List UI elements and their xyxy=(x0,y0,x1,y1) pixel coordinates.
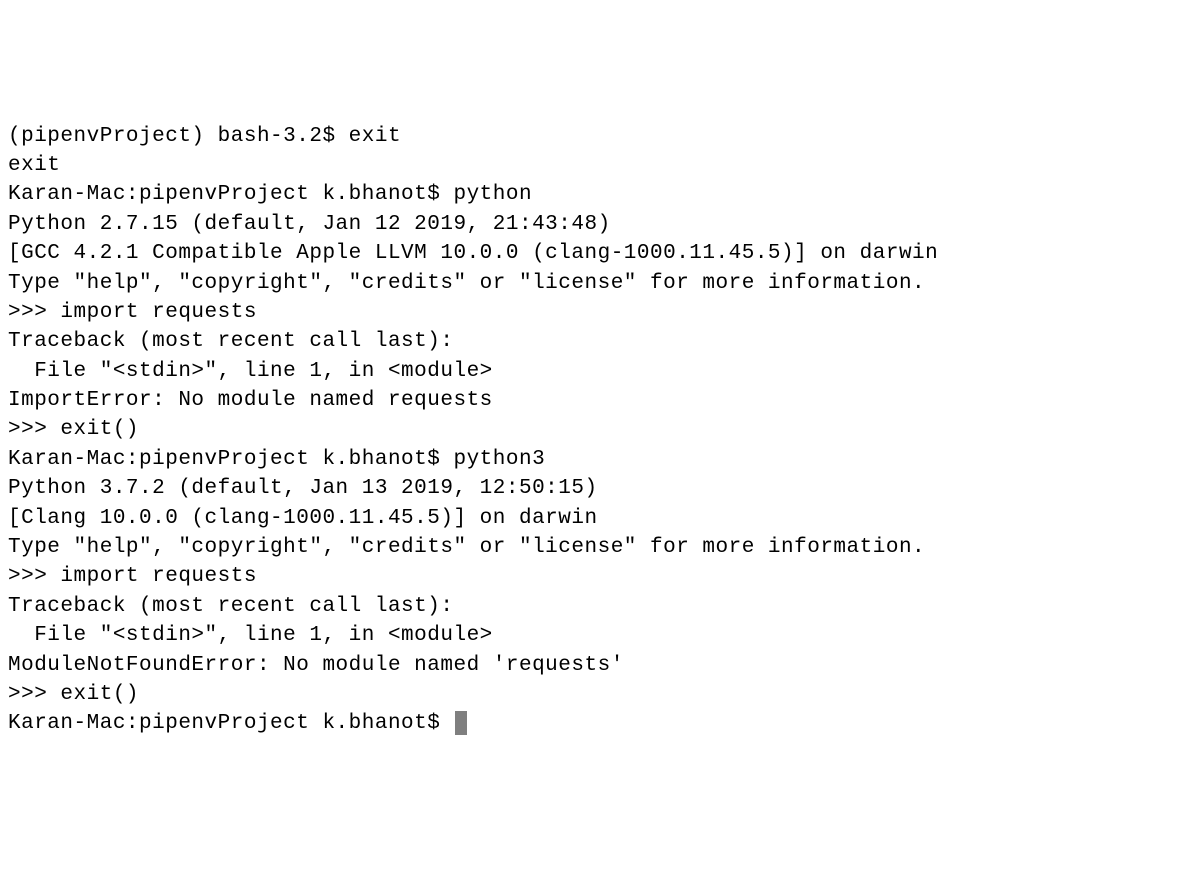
terminal-line: Karan-Mac:pipenvProject k.bhanot$ python xyxy=(8,180,1192,209)
terminal-line: ModuleNotFoundError: No module named 're… xyxy=(8,651,1192,680)
terminal-line: File "<stdin>", line 1, in <module> xyxy=(8,357,1192,386)
terminal-line: Karan-Mac:pipenvProject k.bhanot$ python… xyxy=(8,445,1192,474)
terminal-prompt-line[interactable]: Karan-Mac:pipenvProject k.bhanot$ xyxy=(8,709,1192,738)
terminal-line: Python 3.7.2 (default, Jan 13 2019, 12:5… xyxy=(8,474,1192,503)
terminal-line: >>> exit() xyxy=(8,680,1192,709)
terminal-line: Python 2.7.15 (default, Jan 12 2019, 21:… xyxy=(8,210,1192,239)
terminal-line: [Clang 10.0.0 (clang-1000.11.45.5)] on d… xyxy=(8,504,1192,533)
terminal-line: (pipenvProject) bash-3.2$ exit xyxy=(8,122,1192,151)
terminal-prompt: Karan-Mac:pipenvProject k.bhanot$ xyxy=(8,712,453,735)
terminal-line: ImportError: No module named requests xyxy=(8,386,1192,415)
terminal-line: Traceback (most recent call last): xyxy=(8,592,1192,621)
terminal-line: >>> import requests xyxy=(8,298,1192,327)
terminal-line: [GCC 4.2.1 Compatible Apple LLVM 10.0.0 … xyxy=(8,239,1192,268)
terminal-line: >>> exit() xyxy=(8,415,1192,444)
terminal-cursor xyxy=(455,711,467,735)
terminal-line: File "<stdin>", line 1, in <module> xyxy=(8,621,1192,650)
terminal-line: Type "help", "copyright", "credits" or "… xyxy=(8,269,1192,298)
terminal-line: exit xyxy=(8,151,1192,180)
terminal-window[interactable]: (pipenvProject) bash-3.2$ exitexitKaran-… xyxy=(8,122,1192,739)
terminal-line: Type "help", "copyright", "credits" or "… xyxy=(8,533,1192,562)
terminal-line: >>> import requests xyxy=(8,562,1192,591)
terminal-line: Traceback (most recent call last): xyxy=(8,327,1192,356)
